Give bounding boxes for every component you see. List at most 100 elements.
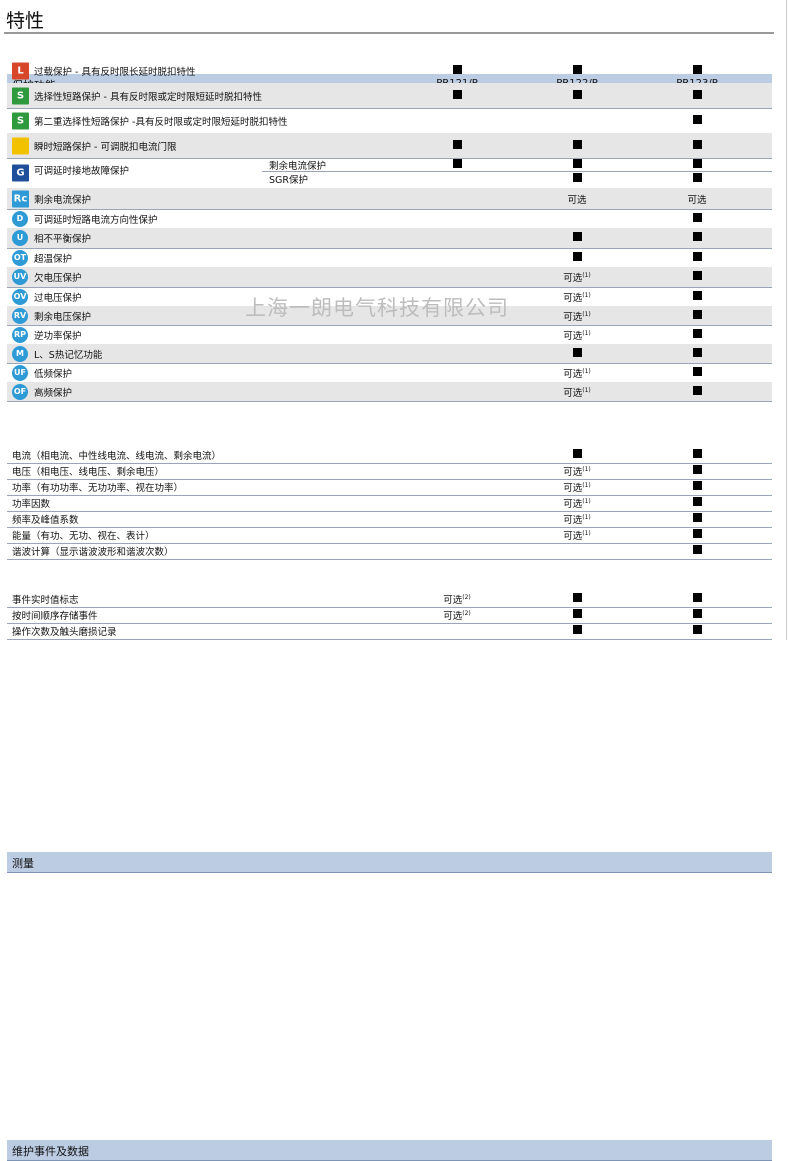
cell-sgr-pr123p bbox=[667, 173, 727, 185]
cell-pr122p: 可选(1) bbox=[547, 270, 607, 284]
badge-uf-icon: UF bbox=[12, 364, 28, 381]
table-row: 频率及峰值系数 可选(1) bbox=[7, 511, 772, 528]
optional-text: 可选(1) bbox=[563, 513, 591, 526]
table-row: 功率因数 可选(1) bbox=[7, 495, 772, 512]
cell-pr123p bbox=[667, 385, 727, 398]
cell-pr123p bbox=[667, 366, 727, 379]
row-label: 事件实时值标志 bbox=[12, 595, 79, 606]
optional-label: 可选 bbox=[563, 330, 583, 342]
table-row: Rc 剩余电流保护 可选 可选 bbox=[7, 188, 772, 210]
cell-pr122p: 可选(1) bbox=[547, 385, 607, 399]
row-label: L、S热记忆功能 bbox=[34, 349, 103, 361]
badge-s-icon: S bbox=[12, 87, 29, 104]
optional-label: 可选 bbox=[563, 311, 583, 323]
cell-pr123p bbox=[667, 290, 727, 303]
measurement-title: 测量 bbox=[12, 857, 34, 870]
table-row: 电流（相电流、中性线电流、线电流、剩余电流） bbox=[7, 447, 772, 464]
row-label: 过载保护 - 具有反时限长延时脱扣特性 bbox=[34, 66, 196, 78]
badge-d-icon: D bbox=[12, 210, 28, 227]
badge-g-icon: G bbox=[12, 164, 29, 182]
badge-i-icon: I bbox=[12, 137, 29, 154]
check-mark bbox=[452, 89, 462, 99]
cell-pr123p bbox=[667, 139, 727, 152]
cell-pr121p bbox=[427, 64, 487, 77]
watermark: 上海一朗电气科技有限公司 bbox=[245, 296, 509, 320]
cell-pr123p bbox=[667, 251, 727, 264]
cell-pr123p bbox=[667, 271, 727, 283]
cell-pr123p bbox=[667, 497, 727, 509]
row-label: 瞬时短路保护 - 可调脱扣电流门限 bbox=[34, 141, 177, 153]
optional-text: 可选(1) bbox=[563, 291, 591, 304]
optional-label: 可选 bbox=[563, 483, 583, 494]
row-label: 欠电压保护 bbox=[34, 273, 82, 284]
check-mark bbox=[692, 513, 702, 522]
cell-pr122p bbox=[547, 449, 607, 461]
cell-pr122p bbox=[547, 89, 607, 102]
check-mark bbox=[692, 89, 702, 99]
check-mark bbox=[572, 159, 582, 168]
table-row: L 过载保护 - 具有反时限长延时脱扣特性 bbox=[7, 58, 772, 84]
cell-pr121p: 可选(2) bbox=[427, 592, 487, 606]
row-label: 剩余电流保护 bbox=[34, 194, 92, 206]
row-label: 相不平衡保护 bbox=[34, 234, 92, 245]
optional-text: 可选 bbox=[687, 194, 707, 206]
table-row: D 可调延时短路电流方向性保护 bbox=[7, 209, 772, 229]
check-mark bbox=[692, 173, 702, 182]
cell-pr123p bbox=[667, 529, 727, 541]
optional-text: 可选(1) bbox=[563, 386, 591, 399]
table-row: 功率（有功功率、无功功率、视在功率） 可选(1) bbox=[7, 479, 772, 496]
cell-pr122p bbox=[547, 232, 607, 244]
check-mark bbox=[692, 497, 702, 506]
check-mark bbox=[692, 385, 702, 395]
cell-pr123p bbox=[667, 625, 727, 637]
optional-label: 可选 bbox=[563, 467, 583, 478]
cell-pr123p: 可选 bbox=[667, 192, 727, 206]
row-label: 可调延时短路电流方向性保护 bbox=[34, 214, 158, 226]
check-mark bbox=[692, 449, 702, 458]
check-mark bbox=[692, 309, 702, 319]
badge-ov-icon: OV bbox=[12, 288, 28, 305]
badge-s-icon: S bbox=[12, 112, 29, 129]
row-label: 过电压保护 bbox=[34, 292, 82, 304]
table-row: M L、S热记忆功能 bbox=[7, 344, 772, 364]
cell-pr121p: 可选(2) bbox=[427, 608, 487, 622]
cell-pr123p bbox=[667, 481, 727, 493]
cell-pr122p: 可选(1) bbox=[547, 309, 607, 323]
row-label: 第二重选择性短路保护 -具有反时限或定时限短延时脱扣特性 bbox=[34, 116, 288, 128]
check-mark bbox=[692, 347, 702, 357]
check-mark bbox=[692, 465, 702, 474]
row-label: 高频保护 bbox=[34, 387, 73, 399]
row-label: 剩余电压保护 bbox=[34, 311, 92, 323]
check-mark bbox=[452, 159, 462, 168]
measurement-header: 测量 bbox=[7, 852, 772, 873]
optional-label: 可选 bbox=[563, 368, 583, 380]
cell-pr122p bbox=[547, 609, 607, 621]
optional-label: 可选 bbox=[563, 531, 583, 542]
cell-sgr-pr122p bbox=[547, 173, 607, 185]
cell-pr123p bbox=[667, 347, 727, 360]
row-label: 频率及峰值系数 bbox=[12, 515, 79, 526]
optional-label: 可选 bbox=[443, 611, 463, 622]
check-mark bbox=[572, 64, 582, 74]
cell-pr121p bbox=[427, 139, 487, 152]
optional-text: 可选 bbox=[567, 194, 587, 206]
table-row: I 瞬时短路保护 - 可调脱扣电流门限 bbox=[7, 133, 772, 159]
row-label: 能量（有功、无功、视在、表计） bbox=[12, 531, 155, 542]
optional-text: 可选(1) bbox=[563, 367, 591, 380]
check-mark bbox=[452, 139, 462, 149]
cell-pr122p: 可选 bbox=[547, 192, 607, 206]
optional-text: 可选(2) bbox=[443, 593, 471, 606]
cell-pr123p bbox=[667, 593, 727, 605]
table-row: UV 欠电压保护 可选(1) bbox=[7, 267, 772, 288]
check-mark bbox=[692, 271, 702, 280]
cell-pr122p bbox=[547, 159, 607, 171]
cell-pr123p bbox=[667, 545, 727, 557]
table-row: 谐波计算（显示谐波波形和谐波次数） bbox=[7, 543, 772, 560]
optional-text: 可选(1) bbox=[563, 271, 591, 284]
check-mark bbox=[572, 89, 582, 99]
cell-pr123p bbox=[667, 513, 727, 525]
check-mark bbox=[692, 328, 702, 338]
optional-text: 可选(1) bbox=[563, 310, 591, 323]
cell-pr122p: 可选(1) bbox=[547, 328, 607, 342]
table-row: U 相不平衡保护 bbox=[7, 228, 772, 249]
